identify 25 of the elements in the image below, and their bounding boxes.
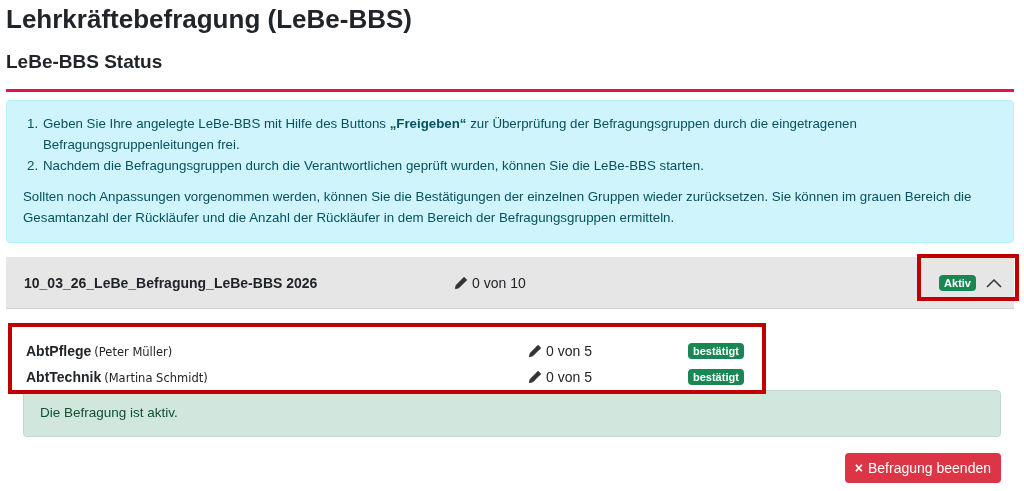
- group-name: AbtTechnik: [26, 369, 102, 385]
- pencil-icon: [454, 275, 468, 290]
- instruction-step: Geben Sie Ihre angelegte LeBe-BBS mit Hilfe des Buttons „Freigeben“ zur Überprüfung der Befragungsgruppen durch die eingetragenen Befragungsgruppenleitungen frei.: [43, 113, 995, 155]
- section-heading: LeBe-BBS Status: [6, 50, 164, 74]
- step-number: 2.: [27, 157, 40, 175]
- survey-header[interactable]: 10_03_26_LeBe_Befragung_LeBe-BBS 2026 0 von 10 Aktiv: [6, 257, 1014, 309]
- info-text: Sollten noch Anpassungen vorgenommen werden, können Sie die Bestätigungen der einzelnen Gruppen wieder zurücksetzen. Sie können im grauen Bereich die Gesamtanzahl der Rückläufer und die Anzahl der Rückläufer in dem Bereich der Befragungsgruppen ermitteln.: [23, 188, 973, 227]
- page-title: Lehrkräftebefragung (LeBe-BBS): [6, 3, 413, 35]
- chevron-up-icon[interactable]: [986, 277, 1002, 288]
- instruction-step: Nachdem die Befragungsgruppen durch die Verantwortlichen geprüft wurden, können Sie die LeBe-BBS starten.: [43, 155, 995, 176]
- status-badge: bestätigt: [688, 343, 744, 359]
- response-count: 0 von 10: [454, 274, 526, 291]
- pencil-icon: [528, 370, 542, 384]
- group-leader: (Peter Müller): [94, 345, 173, 359]
- group-name: AbtPflege: [26, 343, 92, 359]
- step-number: 1.: [27, 115, 40, 133]
- survey-name: 10_03_26_LeBe_Befragung_LeBe-BBS 2026: [24, 274, 319, 291]
- status-message: Die Befragung ist aktiv.: [23, 390, 1001, 437]
- status-badge: bestätigt: [688, 369, 744, 385]
- response-count: 0 von 5: [528, 343, 688, 359]
- pencil-icon: [528, 344, 542, 358]
- response-count: 0 von 5: [528, 369, 688, 385]
- group-leader: (Martina Schmidt): [104, 371, 208, 385]
- end-survey-button[interactable]: × Befragung beenden: [844, 453, 1001, 483]
- status-badge: Aktiv: [939, 274, 976, 291]
